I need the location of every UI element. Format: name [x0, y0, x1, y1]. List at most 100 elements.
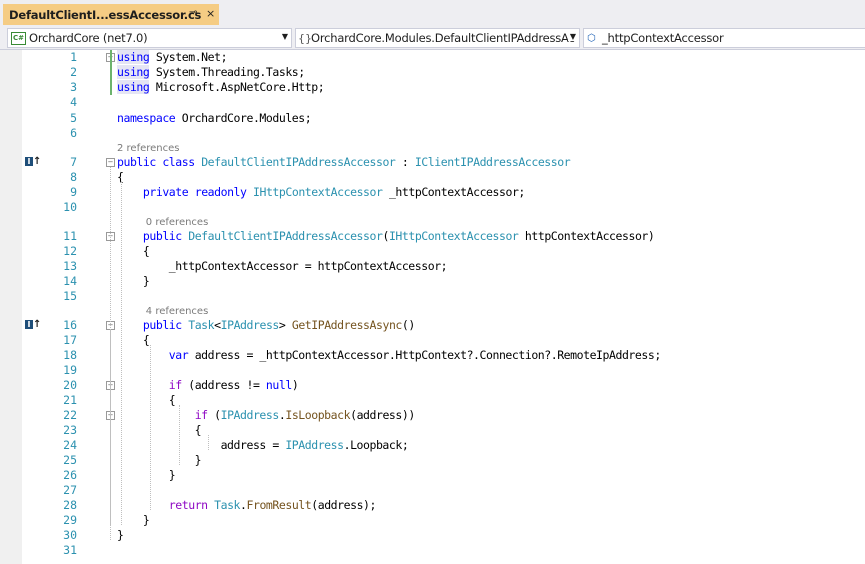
codelens-references[interactable]: 4 references [146, 305, 209, 318]
type-dropdown[interactable]: {} OrchardCore.Modules.DefaultClientIPAd… [295, 28, 580, 48]
code-text: if (address != null) [117, 378, 299, 393]
code-token: public [142, 318, 182, 332]
line-number: 2 [70, 65, 77, 79]
code-line[interactable]: 11 public DefaultClientIPAddressAccessor… [0, 229, 865, 244]
structure-guide-line [208, 435, 209, 450]
code-token: address = [117, 438, 286, 452]
code-token: private [142, 185, 189, 199]
code-token: IsLoopback [285, 408, 351, 422]
code-line[interactable]: 8{ [0, 170, 865, 185]
code-token: OrchardCore.Modules; [175, 111, 312, 125]
code-text: return Task.FromResult(address); [117, 498, 377, 513]
line-number: 14 [63, 274, 77, 288]
code-line[interactable]: 28 return Task.FromResult(address); [0, 498, 865, 513]
structure-guide-line [121, 182, 122, 525]
code-token: Microsoft.AspNetCore.Http; [149, 80, 325, 94]
code-text: using System.Threading.Tasks; [117, 65, 305, 80]
code-line[interactable]: 6 [0, 126, 865, 141]
line-number: 4 [70, 95, 77, 109]
code-line[interactable]: 27 [0, 483, 865, 498]
code-editor[interactable]: 1 using System.Net; − 2 using System.Threadi… [0, 50, 865, 564]
implements-icon[interactable]: I ↑ [25, 156, 41, 167]
code-line[interactable]: 10 [0, 200, 865, 215]
code-token: ( [207, 408, 221, 422]
code-line[interactable]: 21 { [0, 393, 865, 408]
code-line[interactable]: 29 } [0, 513, 865, 528]
project-dropdown[interactable]: C# OrchardCore (net7.0) ▼ [7, 28, 292, 48]
code-token: null [265, 378, 292, 392]
code-line[interactable]: 17 { [0, 333, 865, 348]
code-text: } [117, 468, 176, 483]
code-token: } [117, 528, 124, 542]
code-text: var address = _httpContextAccessor.HttpC… [117, 348, 661, 363]
code-line[interactable]: 18 var address = _httpContextAccessor.Ht… [0, 348, 865, 363]
code-line[interactable]: 20 if (address != null) − [0, 378, 865, 393]
code-token: httpContextAccessor) [518, 229, 655, 243]
code-line[interactable]: 24 address = IPAddress.Loopback; [0, 438, 865, 453]
code-line[interactable]: 5 namespace OrchardCore.Modules; [0, 111, 865, 126]
code-line[interactable]: 4 [0, 95, 865, 110]
code-line[interactable]: 13 _httpContextAccessor = httpContextAcc… [0, 259, 865, 274]
structure-guide-line [179, 405, 180, 465]
line-number: 28 [63, 498, 77, 512]
codelens-references[interactable]: 0 references [146, 216, 209, 229]
line-number: 17 [63, 333, 77, 347]
code-line[interactable]: 9 private readonly IHttpContextAccessor … [0, 185, 865, 200]
code-line[interactable]: 12 { [0, 244, 865, 259]
line-number: 10 [63, 200, 77, 214]
implements-icon[interactable]: I ↑ [25, 319, 41, 330]
member-dropdown-label: _httpContextAccessor [602, 31, 724, 45]
code-line[interactable]: 30} [0, 528, 865, 543]
code-line[interactable]: 23 { [0, 423, 865, 438]
code-token: } [117, 468, 176, 482]
code-line[interactable]: 16 public Task<IPAddress> GetIPAddressAs… [0, 318, 865, 333]
code-token: IHttpContextAccessor [253, 185, 383, 199]
implements-icon-letter: I [25, 320, 33, 329]
code-line[interactable]: 3 using Microsoft.AspNetCore.Http; [0, 80, 865, 95]
codelens-references[interactable]: 2 references [117, 142, 180, 155]
code-line[interactable]: 25 } [0, 453, 865, 468]
member-dropdown[interactable]: ⬡ _httpContextAccessor [583, 28, 865, 48]
line-number: 26 [63, 468, 77, 482]
code-line[interactable]: 22 if (IPAddress.IsLoopback(address)) − [0, 408, 865, 423]
code-text: public class DefaultClientIPAddressAcces… [117, 155, 571, 170]
code-text: public DefaultClientIPAddressAccessor(IH… [117, 229, 655, 244]
code-line[interactable]: 26 } [0, 468, 865, 483]
line-number: 7 [70, 155, 77, 169]
code-token: if [194, 408, 208, 422]
line-number: 9 [70, 185, 77, 199]
code-text: using Microsoft.AspNetCore.Http; [117, 80, 325, 95]
code-line[interactable]: 1using System.Net;− [0, 50, 865, 65]
code-line[interactable]: 2 using System.Threading.Tasks; [0, 65, 865, 80]
implements-icon-arrow: ↑ [33, 319, 42, 330]
code-token: _httpContextAccessor = httpContextAccess… [117, 259, 448, 273]
line-number: 3 [70, 80, 77, 94]
line-number: 29 [63, 513, 77, 527]
pin-icon[interactable]: ⊸ [189, 7, 197, 18]
code-token: IPAddress [220, 318, 280, 332]
code-line[interactable]: 15 [0, 289, 865, 304]
line-number: 15 [63, 289, 77, 303]
line-number: 6 [70, 126, 77, 140]
document-tab[interactable]: DefaultClientI...essAccessor.cs ⊸ × [3, 4, 219, 25]
navigation-bar: C# OrchardCore (net7.0) ▼ {} OrchardCore… [0, 27, 865, 50]
code-line[interactable]: 14 } [0, 274, 865, 289]
change-tracking-bar [110, 50, 112, 95]
code-line[interactable]: 19 [0, 363, 865, 378]
line-number: 20 [63, 378, 77, 392]
code-token: ) [291, 378, 299, 392]
structure-guide-line [110, 420, 111, 465]
code-line[interactable]: 31 [0, 543, 865, 558]
close-icon[interactable]: × [206, 7, 215, 20]
code-token: System.Threading.Tasks; [149, 65, 305, 79]
code-text: private readonly IHttpContextAccessor _h… [117, 185, 525, 200]
code-text: address = IPAddress.Loopback; [117, 438, 409, 453]
line-number: 5 [70, 111, 77, 125]
code-line[interactable]: 7 public class DefaultClientIPAddressAcce… [0, 155, 865, 170]
code-token: () [401, 318, 415, 332]
structure-guide-line [150, 345, 151, 510]
line-number: 16 [63, 318, 77, 332]
code-token: { [117, 423, 202, 437]
collapse-icon[interactable]: − [106, 158, 115, 167]
